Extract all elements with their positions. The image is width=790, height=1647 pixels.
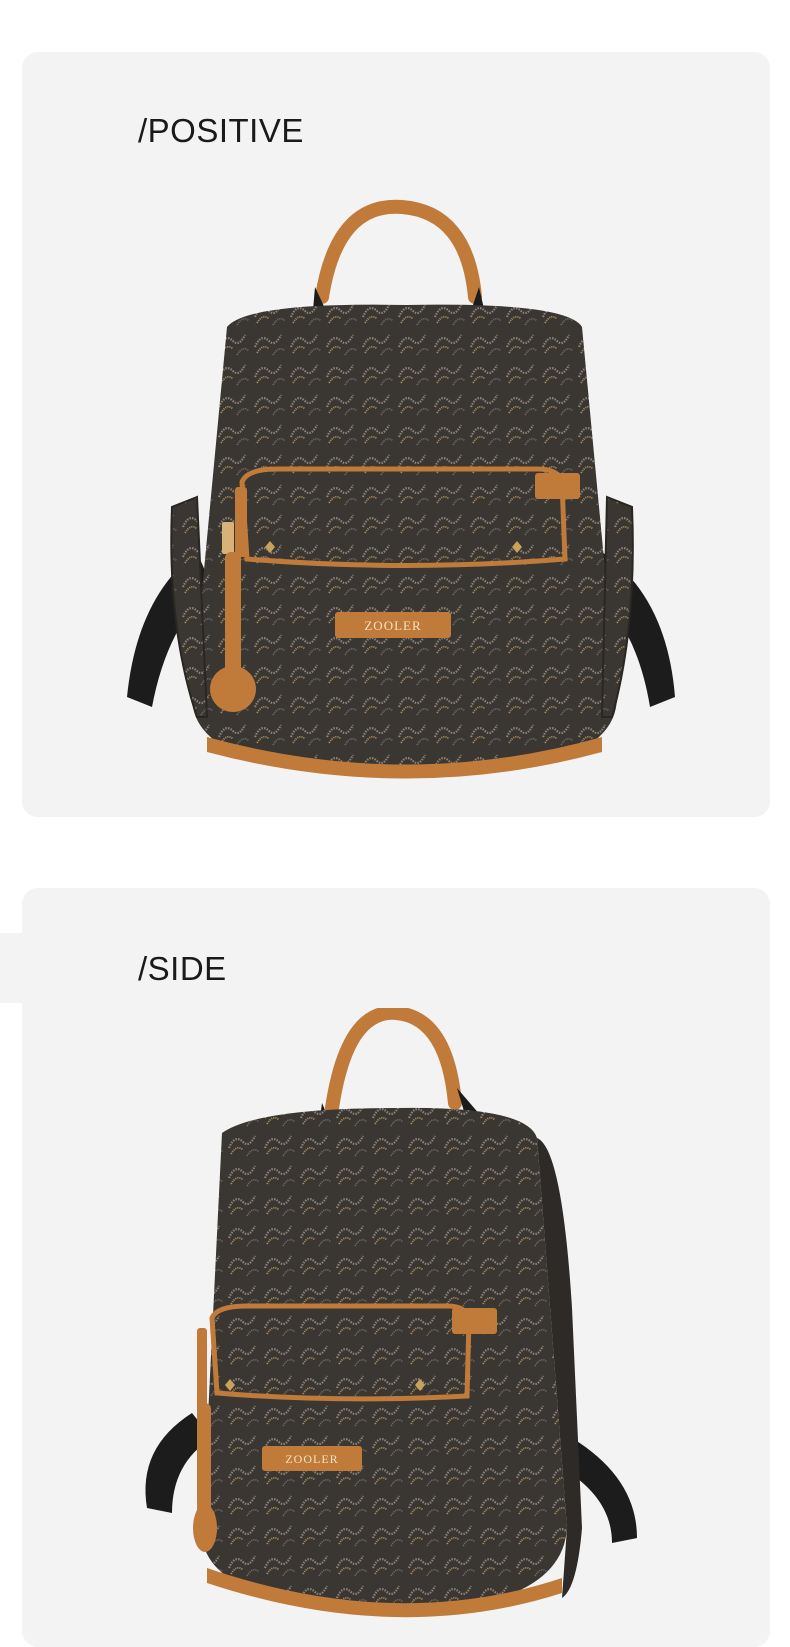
side-view-panel: /SIDE ZOOLER bbox=[22, 888, 770, 1647]
side-strip-decoration bbox=[0, 933, 22, 1003]
logo-text-front: ZOOLER bbox=[364, 618, 421, 633]
backpack-side-image: ZOOLER bbox=[145, 1008, 637, 1618]
section-label-positive: /POSITIVE bbox=[138, 112, 304, 149]
backpack-front-image: ZOOLER bbox=[127, 199, 675, 779]
logo-text-side: ZOOLER bbox=[285, 1452, 338, 1466]
section-label-side: /SIDE bbox=[138, 950, 227, 987]
front-view-panel: /POSITIVE ZOOLER bbox=[22, 52, 770, 817]
